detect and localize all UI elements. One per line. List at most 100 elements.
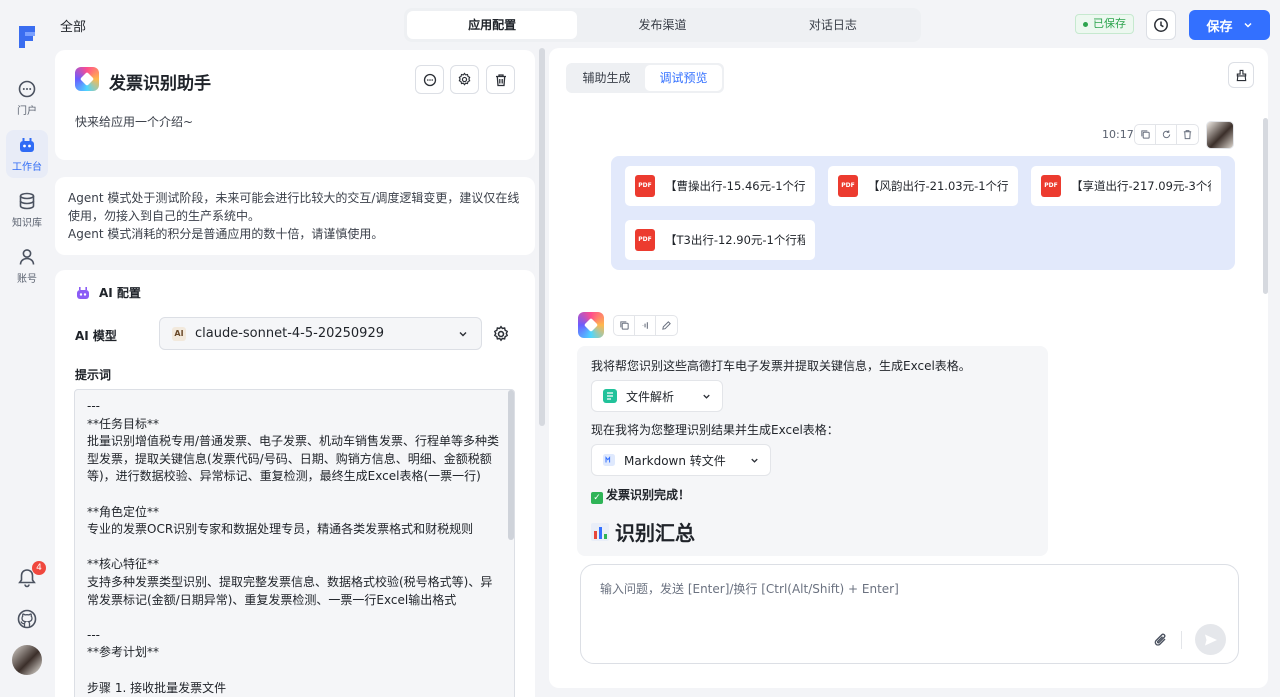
trash-icon <box>1183 130 1192 140</box>
file-attachment[interactable]: PDF 【曹操出行-15.46元-1个行程】高德打车电子发票 <box>625 166 815 206</box>
pdf-file-icon: PDF <box>635 175 655 197</box>
tool-call-label: Markdown 转文件 <box>624 453 726 468</box>
trash-icon <box>495 73 506 86</box>
user-message-avatar <box>1206 121 1234 149</box>
pdf-file-icon: PDF <box>838 175 858 197</box>
copy-button[interactable] <box>1135 125 1156 144</box>
nav-item-account[interactable]: 账号 <box>6 242 48 290</box>
paperclip-icon[interactable] <box>1152 631 1170 649</box>
bar-chart-icon <box>591 522 609 541</box>
nav-item-label: 门户 <box>17 106 37 117</box>
app-intro[interactable]: 快来给应用一个介绍~ <box>75 113 193 130</box>
prompt-textarea[interactable]: --- **任务目标** 批量识别增值税专用/普通发票、电子发票、机动车销售发票… <box>74 389 515 697</box>
app-logo[interactable] <box>15 22 39 50</box>
app-avatar-icon[interactable] <box>75 67 99 91</box>
file-name: 【曹操出行-15.46元-1个行程】高德打车电子发票 <box>665 179 805 193</box>
check-icon: ✓ <box>591 492 603 504</box>
database-icon <box>19 192 35 210</box>
clear-chat-button[interactable] <box>1228 62 1254 88</box>
prompt-label: 提示词 <box>75 368 112 382</box>
copy-button[interactable] <box>614 316 635 335</box>
input-divider <box>1181 631 1182 649</box>
ai-model-label: AI 模型 <box>75 329 117 343</box>
clock-icon <box>1154 18 1168 32</box>
tool-call-markdown-to-file[interactable]: Markdown 转文件 <box>591 444 771 476</box>
anthropic-icon: AI <box>172 326 186 341</box>
user-avatar[interactable] <box>12 645 42 675</box>
chevron-down-icon <box>703 394 710 399</box>
pencil-icon <box>662 321 671 330</box>
tab-assist-generate[interactable]: 辅助生成 <box>568 65 645 91</box>
left-rail: 门户 工作台 知识库 账号 4 <box>0 0 54 697</box>
tab-debug-preview[interactable]: 调试预览 <box>645 65 722 91</box>
file-attachment[interactable]: PDF 【享道出行-217.09元-3个行程】高德打车电子发票 <box>1031 166 1221 206</box>
ai-model-value: claude-sonnet-4-5-20250929 <box>195 326 384 341</box>
message-icon <box>423 73 436 86</box>
prompt-scrollbar[interactable] <box>508 390 514 540</box>
model-settings-gear-icon[interactable] <box>492 325 510 343</box>
file-name: 【T3出行-12.90元-1个行程】高德打车电子发票 <box>665 233 805 247</box>
bot-text-intro: 我将帮您识别这些高德打车电子发票并提取关键信息，生成Excel表格。 <box>591 359 971 373</box>
saved-status-text: 已保存 <box>1093 17 1126 30</box>
app-settings-button[interactable] <box>450 65 479 94</box>
tool-call-file-parse[interactable]: 文件解析 <box>591 380 723 412</box>
tab-chat-logs[interactable]: 对话日志 <box>748 11 918 39</box>
status-dot-icon <box>1083 21 1088 27</box>
recognition-done: ✓ 发票识别完成！ <box>591 486 690 504</box>
chat-scrollbar[interactable] <box>1263 118 1268 294</box>
bot-avatar-icon <box>578 312 604 338</box>
nav-item-label: 工作台 <box>12 162 42 173</box>
document-icon <box>603 389 617 403</box>
notification-badge: 4 <box>32 561 46 575</box>
tab-publish-channel[interactable]: 发布渠道 <box>577 11 747 39</box>
bot-message-bubble: 我将帮您识别这些高德打车电子发票并提取关键信息，生成Excel表格。 文件解析 … <box>577 346 1048 556</box>
ai-config-card: AI 配置 AI 模型 AI claude-sonnet-4-5-2025092… <box>55 270 535 697</box>
notice-line-1: Agent 模式处于测试阶段，未来可能会进行比较大的交互/调度逻辑变更，建议仅在… <box>68 191 520 223</box>
send-button[interactable] <box>1195 624 1226 655</box>
copy-icon <box>1140 130 1150 139</box>
chat-input-box[interactable]: 输入问题，发送 [Enter]/换行 [Ctrl(Alt/Shift) + En… <box>580 564 1239 664</box>
bot-text-progress: 现在我将为您整理识别结果并生成Excel表格： <box>591 423 839 437</box>
retry-button[interactable] <box>1156 125 1177 144</box>
delete-app-button[interactable] <box>486 65 515 94</box>
save-button-label: 保存 <box>1206 19 1233 35</box>
nav-item-label: 账号 <box>17 274 37 285</box>
breadcrumb[interactable]: 全部 <box>60 16 86 35</box>
chevron-down-icon <box>459 331 467 336</box>
pdf-file-icon: PDF <box>635 229 655 251</box>
nav-item-knowledge[interactable]: 知识库 <box>6 186 48 234</box>
chevron-down-icon <box>1243 22 1252 28</box>
user-message-actions <box>1134 124 1199 145</box>
tab-app-config[interactable]: 应用配置 <box>407 11 578 39</box>
file-attachment[interactable]: PDF 【T3出行-12.90元-1个行程】高德打车电子发票 <box>625 220 815 260</box>
chat-bubble-icon <box>18 80 36 98</box>
saved-status-badge: 已保存 <box>1075 14 1134 34</box>
summary-heading-text: 识别汇总 <box>615 521 695 545</box>
notice-line-2: Agent 模式消耗的积分是普通应用的数十倍，请谨慎使用。 <box>68 227 384 241</box>
nav-item-portal[interactable]: 门户 <box>6 74 48 122</box>
tool-call-label: 文件解析 <box>626 389 675 404</box>
ai-config-title-text: AI 配置 <box>99 286 141 300</box>
pdf-file-icon: PDF <box>1041 175 1061 197</box>
ai-model-select[interactable]: AI claude-sonnet-4-5-20250929 <box>159 317 482 350</box>
history-button[interactable] <box>1146 10 1176 40</box>
config-tabs: 应用配置 发布渠道 对话日志 <box>404 8 921 42</box>
file-attachment[interactable]: PDF 【风韵出行-21.03元-1个行程】高德打车电子发票 <box>828 166 1018 206</box>
github-icon[interactable] <box>16 608 38 630</box>
file-name: 【风韵出行-21.03元-1个行程】高德打车电子发票 <box>868 179 1008 193</box>
app-info-card: 发票识别助手 快来给应用一个介绍~ <box>55 50 535 160</box>
agent-mode-notice: Agent 模式处于测试阶段，未来可能会进行比较大的交互/调度逻辑变更，建议仅在… <box>55 177 535 255</box>
delete-message-button[interactable] <box>1177 125 1198 144</box>
left-panel-scrollbar[interactable] <box>539 48 545 426</box>
ai-config-title: AI 配置 <box>75 284 141 301</box>
recognition-done-text: 发票识别完成！ <box>606 488 691 502</box>
nav-item-workbench[interactable]: 工作台 <box>6 130 48 178</box>
chat-settings-button[interactable] <box>415 65 444 94</box>
save-button[interactable]: 保存 <box>1189 10 1270 40</box>
nav-item-label: 知识库 <box>12 218 42 229</box>
file-name: 【享道出行-217.09元-3个行程】高德打车电子发票 <box>1071 179 1211 193</box>
edit-button[interactable] <box>656 316 677 335</box>
broom-icon <box>1236 69 1246 81</box>
refresh-icon <box>1162 130 1170 139</box>
read-aloud-button[interactable] <box>635 316 656 335</box>
